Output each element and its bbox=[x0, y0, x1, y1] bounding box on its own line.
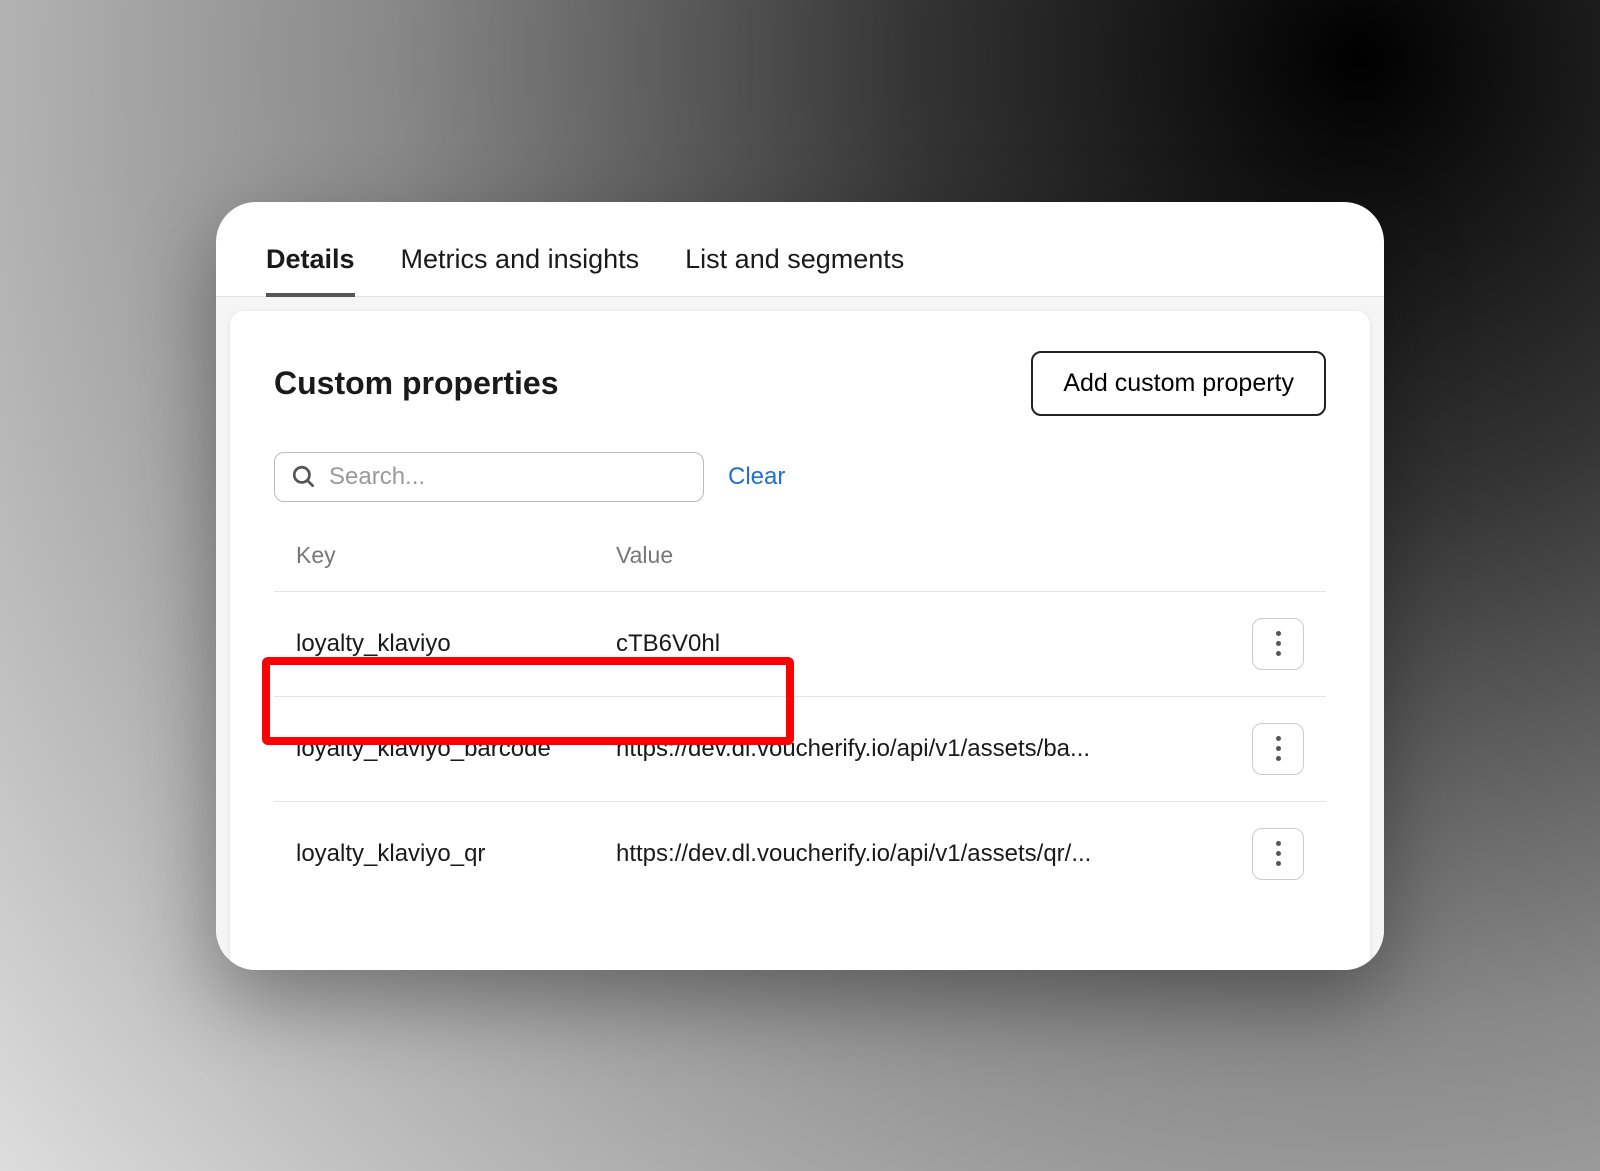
search-row: Clear bbox=[274, 452, 1326, 502]
cell-value: cTB6V0hl bbox=[616, 630, 1244, 658]
col-header-key: Key bbox=[296, 542, 616, 569]
custom-properties-panel: Custom properties Add custom property Cl… bbox=[230, 311, 1370, 970]
tab-lists[interactable]: List and segments bbox=[685, 244, 904, 298]
table-row: loyalty_klaviyo cTB6V0hl bbox=[274, 592, 1326, 697]
tab-metrics[interactable]: Metrics and insights bbox=[401, 244, 640, 298]
panel-header: Custom properties Add custom property bbox=[274, 351, 1326, 416]
kebab-icon bbox=[1276, 841, 1281, 866]
app-window: Details Metrics and insights List and se… bbox=[216, 202, 1384, 970]
table-header: Key Value bbox=[274, 542, 1326, 592]
row-actions-button[interactable] bbox=[1252, 723, 1304, 775]
clear-search-link[interactable]: Clear bbox=[728, 463, 785, 491]
search-input[interactable] bbox=[329, 463, 687, 491]
tab-details[interactable]: Details bbox=[266, 244, 355, 298]
table-row: loyalty_klaviyo_barcode https://dev.dl.v… bbox=[274, 697, 1326, 802]
cell-key: loyalty_klaviyo bbox=[296, 630, 616, 658]
row-actions-button[interactable] bbox=[1252, 618, 1304, 670]
panel-area: Custom properties Add custom property Cl… bbox=[216, 297, 1384, 970]
tab-bar: Details Metrics and insights List and se… bbox=[216, 202, 1384, 297]
cell-key: loyalty_klaviyo_barcode bbox=[296, 735, 616, 763]
row-actions-button[interactable] bbox=[1252, 828, 1304, 880]
search-icon bbox=[291, 464, 317, 490]
table-row: loyalty_klaviyo_qr https://dev.dl.vouche… bbox=[274, 802, 1326, 906]
kebab-icon bbox=[1276, 736, 1281, 761]
cell-key: loyalty_klaviyo_qr bbox=[296, 840, 616, 868]
cell-value: https://dev.dl.voucherify.io/api/v1/asse… bbox=[616, 735, 1244, 763]
search-box[interactable] bbox=[274, 452, 704, 502]
col-header-value: Value bbox=[616, 542, 1244, 569]
kebab-icon bbox=[1276, 631, 1281, 656]
add-custom-property-button[interactable]: Add custom property bbox=[1031, 351, 1326, 416]
cell-value: https://dev.dl.voucherify.io/api/v1/asse… bbox=[616, 840, 1244, 868]
panel-title: Custom properties bbox=[274, 365, 558, 402]
